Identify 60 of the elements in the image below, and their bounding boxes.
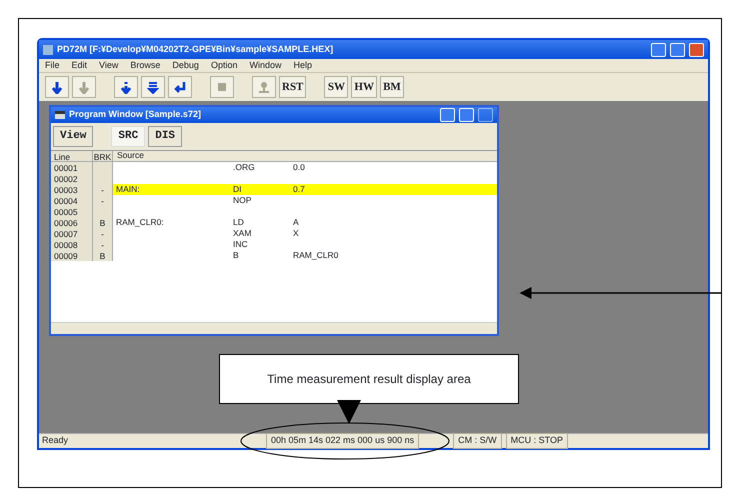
toolbar-button[interactable]: SW bbox=[324, 76, 348, 98]
menu-item[interactable]: File bbox=[45, 58, 60, 72]
breakpoint-cell: - bbox=[93, 184, 113, 194]
breakpoint-cell: - bbox=[93, 194, 113, 206]
line-number: 00008 bbox=[51, 238, 93, 250]
callout-box: Time measurement result display area bbox=[219, 354, 519, 404]
source-line[interactable]: XAM X bbox=[113, 228, 497, 238]
source-text: X bbox=[293, 226, 300, 240]
view-button[interactable]: View bbox=[53, 126, 94, 146]
column-header: BRK bbox=[93, 150, 113, 160]
line-number: 00001 bbox=[51, 162, 93, 172]
breakpoint-cell: B bbox=[93, 250, 113, 260]
line-number: 00006 bbox=[51, 216, 93, 228]
source-text: 0.0 bbox=[293, 160, 306, 174]
source-text: MAIN: bbox=[115, 182, 141, 196]
source-text: RAM_CLR0 bbox=[293, 248, 340, 262]
source-line[interactable]: B RAM_CLR0 bbox=[113, 250, 497, 260]
line-number: 00005 bbox=[51, 206, 93, 216]
tab[interactable]: SRC bbox=[111, 126, 146, 146]
status-text: Ready bbox=[42, 434, 70, 448]
toolbar-button[interactable]: BM bbox=[380, 76, 404, 98]
source-line[interactable]: .ORG 0.0 bbox=[113, 162, 497, 172]
source-text: B bbox=[233, 248, 240, 262]
column-header: Source bbox=[116, 149, 144, 162]
toolbar-button[interactable]: RST bbox=[279, 76, 306, 98]
line-number: 00007 bbox=[51, 228, 93, 238]
source-text: 0.7 bbox=[293, 182, 306, 196]
source-text: NOP bbox=[233, 194, 252, 206]
menu-item[interactable]: Help bbox=[293, 58, 312, 72]
line-number: 00002 bbox=[51, 172, 93, 184]
source-text: INC bbox=[233, 238, 249, 250]
source-line[interactable]: INC bbox=[113, 238, 497, 250]
column-header: Line bbox=[51, 150, 93, 160]
menu-item[interactable]: Window bbox=[249, 58, 282, 72]
toolbar-button[interactable]: HW bbox=[351, 76, 377, 98]
breakpoint-cell: B bbox=[93, 216, 113, 228]
menu-item[interactable]: Option bbox=[210, 58, 238, 72]
tab[interactable]: DIS bbox=[148, 126, 182, 146]
source-line[interactable]: NOP bbox=[113, 194, 497, 206]
status-text: 00h 05m 14s 022 ms 000 us 900 ns bbox=[266, 433, 420, 449]
source-line[interactable]: RAM_CLR0: LD A bbox=[113, 216, 497, 228]
breakpoint-cell: - bbox=[93, 228, 113, 238]
line-number: 00009 bbox=[51, 250, 93, 260]
status-text: CM : S/W bbox=[453, 433, 502, 449]
line-number: 00004 bbox=[51, 194, 93, 206]
menu-item[interactable]: View bbox=[99, 58, 118, 72]
menu-item[interactable]: Debug bbox=[172, 58, 199, 72]
status-text: MCU : STOP bbox=[506, 433, 568, 449]
source-text: A bbox=[293, 216, 300, 228]
line-number: 00003 bbox=[51, 184, 93, 194]
source-text: .ORG bbox=[233, 160, 256, 174]
menu-item[interactable]: Browse bbox=[130, 58, 160, 72]
menu-item[interactable]: Edit bbox=[72, 58, 88, 72]
source-text: RAM_CLR0: bbox=[115, 216, 165, 228]
program-window-title: Program Window [Sample.s72] bbox=[69, 108, 202, 122]
source-text: DI bbox=[233, 182, 242, 196]
source-text: LD bbox=[233, 216, 245, 228]
breakpoint-cell: - bbox=[93, 238, 113, 250]
source-text: XAM bbox=[233, 226, 252, 240]
window-title: PD72M [F:¥Develop¥M04202T2-GPE¥Bin¥sample¥SAMPLE.HEX] bbox=[57, 42, 334, 56]
